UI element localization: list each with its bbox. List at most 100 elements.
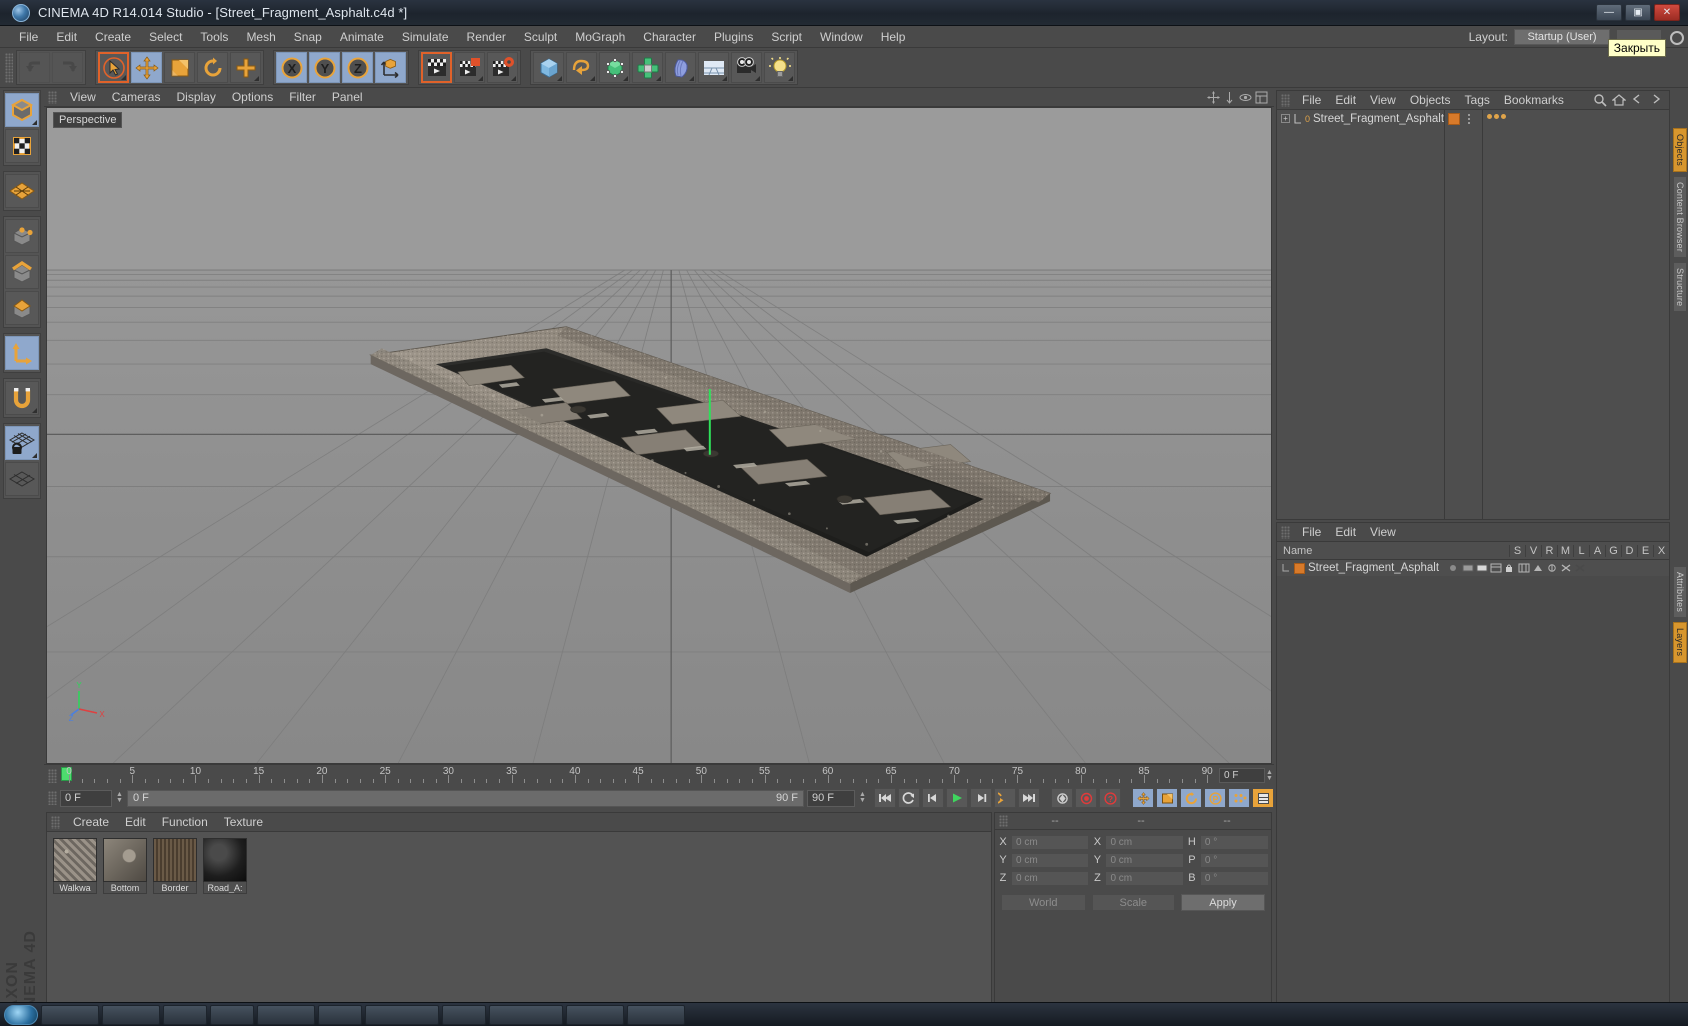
- taskbar-item[interactable]: [627, 1004, 685, 1025]
- lock-toggle-icon[interactable]: [1504, 563, 1514, 573]
- object-menu-file[interactable]: File: [1295, 91, 1328, 110]
- coordinates-grip[interactable]: [999, 815, 1008, 827]
- manager-toggle-icon[interactable]: [1490, 563, 1502, 573]
- tab-attributes[interactable]: Attributes: [1673, 566, 1687, 619]
- home-icon[interactable]: [1612, 93, 1627, 107]
- viewport-menu-cameras[interactable]: Cameras: [104, 88, 169, 107]
- coord-input-size-y[interactable]: 0 cm: [1105, 852, 1184, 868]
- timeline-ruler[interactable]: 0 5 10 15 20 25 30 35 40 45 50 55 60 65 70 75 80 85 90: [61, 765, 1215, 786]
- object-menu-bookmarks[interactable]: Bookmarks: [1497, 91, 1571, 110]
- add-tool-expander[interactable]: [254, 76, 259, 81]
- render-region-expander[interactable]: [478, 76, 483, 81]
- snap-expander[interactable]: [32, 408, 37, 413]
- coordinate-system-dropdown[interactable]: World: [1001, 894, 1086, 911]
- timeline-range-bar[interactable]: 0 F 90 F: [127, 789, 804, 807]
- material-tag-icon[interactable]: [1448, 113, 1461, 125]
- scale-key-button[interactable]: [1156, 788, 1178, 808]
- taskbar-item[interactable]: [210, 1004, 254, 1025]
- layer-name[interactable]: Street_Fragment_Asphalt: [1308, 562, 1439, 574]
- animation-toggle-icon[interactable]: [1518, 563, 1530, 573]
- object-tree-names-column[interactable]: + 0 Street_Fragment_Asphalt: [1277, 110, 1446, 519]
- menu-item-mograph[interactable]: MoGraph: [566, 26, 634, 48]
- render-toggle-icon[interactable]: [1476, 563, 1488, 573]
- lock-y-button[interactable]: Y: [309, 52, 340, 83]
- coord-input-pos-x[interactable]: 0 cm: [1011, 834, 1090, 850]
- layer-col-e[interactable]: E: [1637, 544, 1653, 557]
- material-swatch[interactable]: [103, 838, 147, 882]
- menu-item-create[interactable]: Create: [86, 26, 140, 48]
- viewport-menu-options[interactable]: Options: [224, 88, 281, 107]
- apply-button[interactable]: Apply: [1181, 894, 1265, 911]
- play-reverse-loop-button[interactable]: [898, 788, 920, 808]
- add-modeling-object-button[interactable]: [632, 52, 663, 83]
- render-settings-button[interactable]: [487, 52, 518, 83]
- add-spline-expander[interactable]: [590, 76, 595, 81]
- layer-col-s[interactable]: S: [1509, 544, 1525, 557]
- tab-objects[interactable]: Objects: [1673, 128, 1687, 172]
- viewport-menu-grip[interactable]: [48, 90, 57, 104]
- menu-item-script[interactable]: Script: [762, 26, 811, 48]
- layer-col-a[interactable]: A: [1589, 544, 1605, 557]
- tab-content-browser[interactable]: Content Browser: [1673, 175, 1687, 258]
- generator-toggle-icon[interactable]: [1532, 563, 1543, 573]
- visible-toggle-icon[interactable]: [1462, 563, 1474, 573]
- coord-input-pos-z[interactable]: 0 cm: [1011, 870, 1090, 886]
- menu-item-tools[interactable]: Tools: [191, 26, 237, 48]
- taskbar-item[interactable]: [163, 1004, 207, 1025]
- material-swatch[interactable]: [53, 838, 97, 882]
- workplane-lock-button[interactable]: [5, 426, 39, 460]
- layout-dropdown[interactable]: Startup (User): [1514, 28, 1610, 45]
- layer-col-l[interactable]: L: [1573, 544, 1589, 557]
- undo-button[interactable]: [19, 52, 50, 83]
- position-key-button[interactable]: [1132, 788, 1154, 808]
- taskbar-item[interactable]: [41, 1004, 99, 1025]
- layer-col-v[interactable]: V: [1525, 544, 1541, 557]
- maximize-viewport-icon[interactable]: [1255, 91, 1268, 104]
- menu-item-plugins[interactable]: Plugins: [705, 26, 762, 48]
- go-to-end-button[interactable]: [1018, 788, 1040, 808]
- material-menu-create[interactable]: Create: [65, 813, 117, 832]
- material-item[interactable]: Bottom: [103, 838, 147, 894]
- transport-grip[interactable]: [48, 791, 57, 805]
- rotate-view-icon[interactable]: [1239, 91, 1252, 104]
- material-item[interactable]: Walkwa: [53, 838, 97, 894]
- select-tool-expander[interactable]: [121, 75, 126, 80]
- add-environment-expander[interactable]: [722, 76, 727, 81]
- preview-end-spinner[interactable]: ▲ ▼: [858, 791, 867, 804]
- coord-input-size-x[interactable]: 0 cm: [1105, 834, 1184, 850]
- menu-item-character[interactable]: Character: [634, 26, 705, 48]
- deformer-toggle-icon[interactable]: [1546, 563, 1556, 573]
- material-menu-function[interactable]: Function: [154, 813, 216, 832]
- taskbar-item[interactable]: [489, 1004, 563, 1025]
- nav-back-icon[interactable]: [1631, 93, 1646, 107]
- viewport-menu-display[interactable]: Display: [168, 88, 223, 107]
- edges-mode-button[interactable]: [5, 255, 39, 289]
- layer-col-m[interactable]: M: [1557, 544, 1573, 557]
- go-to-start-button[interactable]: [874, 788, 896, 808]
- material-menu-grip[interactable]: [51, 815, 60, 829]
- viewport-menu-view[interactable]: View: [62, 88, 104, 107]
- coord-input-size-z[interactable]: 0 cm: [1105, 870, 1184, 886]
- points-mode-button[interactable]: [5, 219, 39, 253]
- layer-col-r[interactable]: R: [1541, 544, 1557, 557]
- parameter-key-button[interactable]: [1228, 788, 1250, 808]
- polygon-grid-button[interactable]: [5, 174, 39, 208]
- coord-input-rot-h[interactable]: 0 °: [1199, 834, 1269, 850]
- rotate-key-button[interactable]: [1180, 788, 1202, 808]
- object-menu-tags[interactable]: Tags: [1458, 91, 1497, 110]
- timeline-end-spinner[interactable]: ▲ ▼: [1265, 769, 1274, 782]
- lock-x-button[interactable]: X: [276, 52, 307, 83]
- play-button[interactable]: [946, 788, 968, 808]
- menu-item-animate[interactable]: Animate: [331, 26, 393, 48]
- model-mode-expander[interactable]: [32, 120, 37, 125]
- world-coordinate-button[interactable]: [375, 52, 406, 83]
- nav-forward-icon[interactable]: [1650, 93, 1665, 107]
- object-row[interactable]: + 0 Street_Fragment_Asphalt: [1277, 110, 1444, 127]
- object-tree-layer-column[interactable]: [1483, 110, 1675, 519]
- layer-menu-view[interactable]: View: [1363, 523, 1403, 542]
- workplane-lock-expander[interactable]: [32, 453, 37, 458]
- add-spline-button[interactable]: [566, 52, 597, 83]
- current-frame-field[interactable]: 0 F: [60, 789, 112, 807]
- lock-z-button[interactable]: Z: [342, 52, 373, 83]
- object-name[interactable]: Street_Fragment_Asphalt: [1313, 113, 1444, 125]
